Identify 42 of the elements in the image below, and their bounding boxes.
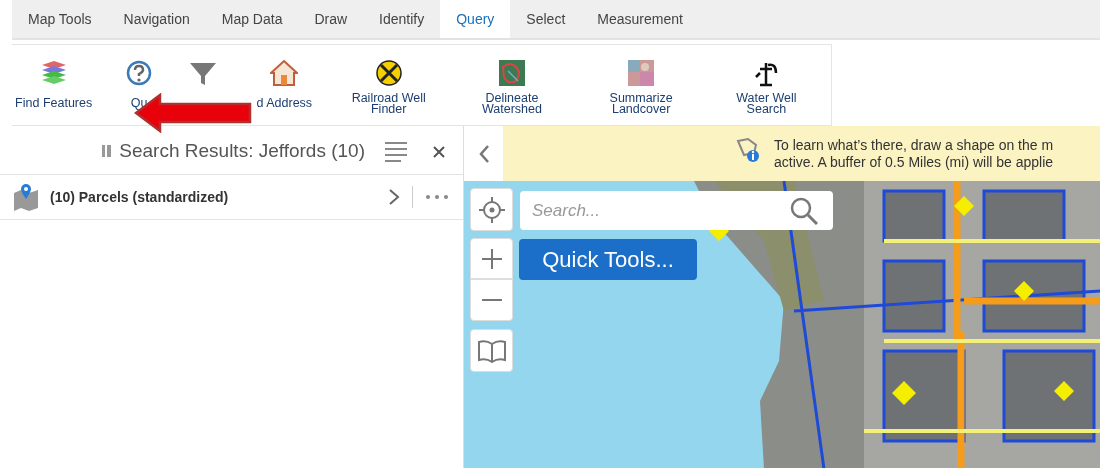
search-field[interactable]: Search... <box>520 191 833 230</box>
help-icon <box>125 59 154 87</box>
toolbar-tab[interactable]: Draw <box>298 0 364 38</box>
toolbar-tab[interactable]: Identify <box>363 0 441 38</box>
toolbar-tab[interactable]: Map Data <box>205 0 299 38</box>
toolbar-tab[interactable]: Navigation <box>107 0 206 38</box>
railroad-crossing-icon <box>374 59 403 87</box>
chevron-right-icon[interactable] <box>388 188 400 206</box>
book-icon <box>477 338 506 363</box>
instruction-text: To learn what’s there, draw a shape on the m active. A buffer of 0.5 Miles (mi) will be applie <box>774 137 1054 171</box>
search-icon <box>790 197 818 225</box>
shape-info-icon <box>736 137 760 163</box>
minus-icon <box>481 298 502 302</box>
panel-title: Search Results: Jeffords (10) <box>119 140 365 162</box>
tool-button[interactable]: Water Well Search <box>701 45 831 125</box>
zoom-out-button[interactable] <box>470 279 513 321</box>
tool-button[interactable]: Railroad Well Finder <box>334 45 444 125</box>
toolbar-tab[interactable]: Measurement <box>581 0 699 38</box>
result-layer-label[interactable]: (10) Parcels (standardized) <box>50 189 388 205</box>
house-icon <box>270 59 299 87</box>
quick-tools-button[interactable]: Quick Tools... <box>519 239 697 280</box>
chevron-left-icon <box>477 143 490 164</box>
crosshair-icon <box>478 196 505 223</box>
map-pin-icon <box>12 183 40 211</box>
plus-icon <box>481 248 502 269</box>
drag-handle-icon <box>102 143 112 159</box>
tool-button[interactable]: Summarize Landcover <box>580 45 702 125</box>
collapse-button[interactable] <box>464 126 504 181</box>
more-icon <box>425 194 449 200</box>
landcover-map-icon <box>627 59 656 87</box>
tool-button[interactable]: Find Features <box>0 45 108 125</box>
zoom-in-button[interactable] <box>470 238 513 279</box>
toolbar-tab[interactable]: Query <box>440 0 511 38</box>
tool-button[interactable]: Delineate Watershed <box>443 45 581 125</box>
locate-button[interactable] <box>470 188 513 231</box>
close-icon <box>433 146 445 158</box>
list-icon[interactable] <box>385 140 407 162</box>
toolbar-tab[interactable]: Select <box>510 0 582 38</box>
toolbar-tab[interactable]: Map Tools <box>12 0 108 38</box>
bookmarks-button[interactable] <box>470 329 513 372</box>
tool-button[interactable]: d Address <box>234 45 334 125</box>
watershed-map-icon <box>497 59 526 87</box>
